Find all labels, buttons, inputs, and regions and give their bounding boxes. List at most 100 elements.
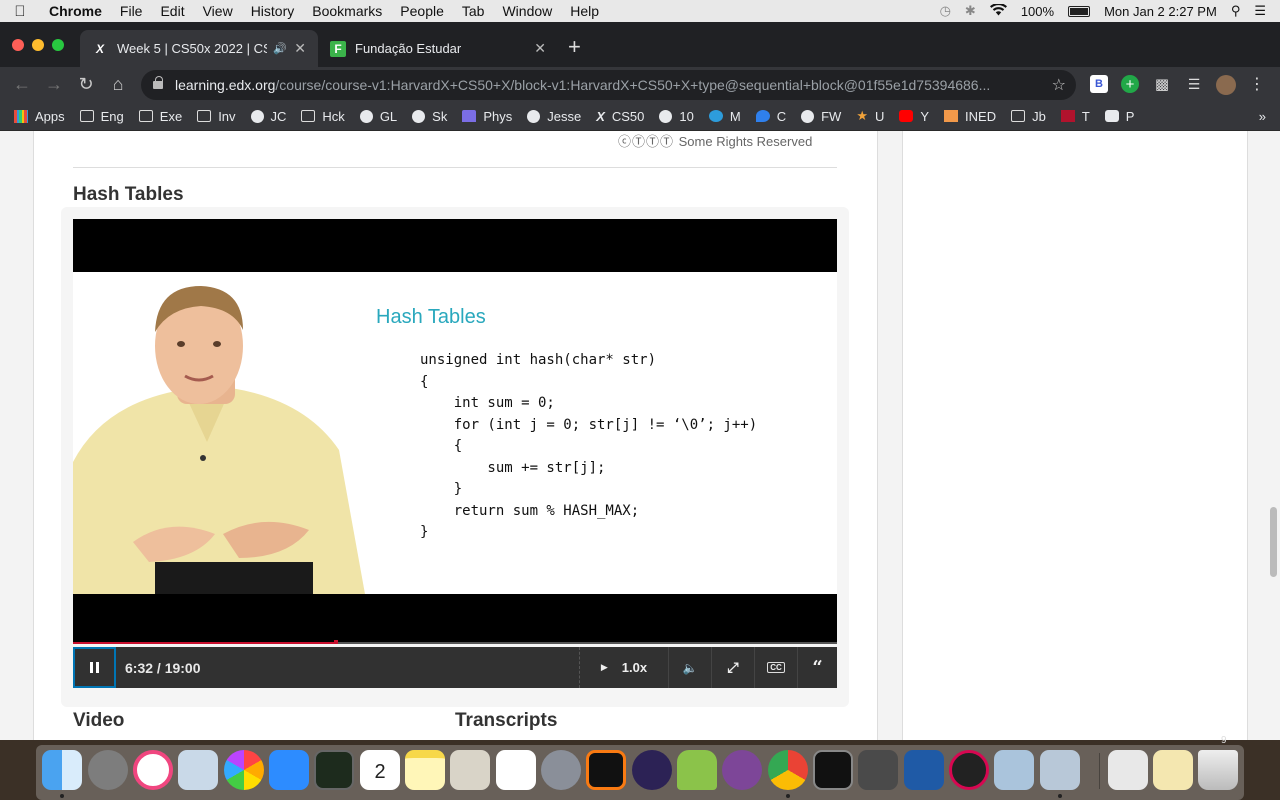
notes-icon[interactable] <box>405 750 445 790</box>
bookmark-hck[interactable]: Hck <box>301 109 345 124</box>
extension-b-icon[interactable]: B <box>1090 75 1108 93</box>
tab-close-icon[interactable]: ✕ <box>534 40 546 57</box>
extension-plus-icon[interactable]: + <box>1121 75 1139 93</box>
bookmark-fw[interactable]: FW <box>801 109 841 124</box>
bookmark-apps[interactable]: Apps <box>14 109 65 124</box>
time-machine-icon[interactable]: ◷ <box>940 3 951 19</box>
calendar-icon[interactable]: 2 <box>360 750 400 790</box>
chrome-menu-icon[interactable]: ⋮ <box>1248 75 1266 93</box>
battery-icon[interactable] <box>1068 5 1091 17</box>
bookmarks-overflow-chevron-icon[interactable]: » <box>1259 109 1266 124</box>
bookmark-cs50[interactable]: X CS50 <box>596 109 644 124</box>
intellij-icon[interactable] <box>586 750 626 790</box>
bookmark-ined[interactable]: INED <box>944 109 996 124</box>
bookmark-star-icon[interactable]: ☆ <box>1052 75 1066 95</box>
forward-arrow-icon[interactable]: → <box>38 74 70 95</box>
bluetooth-icon[interactable]: ✱ <box>965 3 976 19</box>
pause-button[interactable] <box>73 647 116 688</box>
fullscreen-button[interactable]: ⤢ <box>711 647 754 688</box>
back-arrow-icon[interactable]: ← <box>6 74 38 95</box>
bookmark-jc[interactable]: JC <box>250 109 286 124</box>
bookmark-inv[interactable]: Inv <box>197 109 236 124</box>
menu-help[interactable]: Help <box>561 3 608 19</box>
preview-icon[interactable] <box>178 750 218 790</box>
window-zoom-button[interactable] <box>52 39 64 51</box>
bookmark-eng[interactable]: Eng <box>79 109 124 124</box>
launchpad-icon[interactable] <box>541 750 581 790</box>
debian-icon[interactable] <box>949 750 989 790</box>
zoom-icon[interactable] <box>269 750 309 790</box>
image-capture-icon[interactable] <box>1040 750 1080 790</box>
bookmark-jb[interactable]: Jb <box>1011 109 1046 124</box>
tab-audio-icon[interactable]: 🔊 <box>273 42 287 55</box>
lock-icon[interactable] <box>153 76 163 89</box>
bookmark-u[interactable]: ★ U <box>856 108 884 124</box>
bookmark-p[interactable]: P <box>1104 109 1134 124</box>
reload-icon[interactable]: ↻ <box>70 74 102 95</box>
bookmark-c[interactable]: C <box>755 109 786 124</box>
menu-window[interactable]: Window <box>493 3 561 19</box>
tab-fundacao-estudar[interactable]: F Fundação Estudar ✕ <box>318 30 558 67</box>
closed-captions-button[interactable]: CC <box>754 647 797 688</box>
extensions-puzzle-icon[interactable]: ▩ <box>1153 75 1171 93</box>
video-progress-bar[interactable] <box>73 640 837 644</box>
downloads-stack-icon[interactable] <box>1108 750 1148 790</box>
bookmark-sk[interactable]: Sk <box>412 109 447 124</box>
home-icon[interactable]: ⌂ <box>102 74 134 95</box>
bookmark-y[interactable]: Y <box>899 109 929 124</box>
reminders-icon[interactable] <box>496 750 536 790</box>
bookmark-t[interactable]: T <box>1060 109 1090 124</box>
tab-close-icon[interactable]: ✕ <box>294 40 306 57</box>
menu-history[interactable]: History <box>242 3 304 19</box>
trash-icon[interactable] <box>1198 750 1238 790</box>
transcript-toggle-button[interactable]: “ <box>797 647 837 688</box>
calculator-icon[interactable] <box>450 750 490 790</box>
eclipse-icon[interactable] <box>632 750 672 790</box>
menu-app-name[interactable]: Chrome <box>40 3 111 19</box>
menu-people[interactable]: People <box>391 3 453 19</box>
bookmark-m[interactable]: M <box>708 109 741 124</box>
menu-tab[interactable]: Tab <box>453 3 494 19</box>
documents-stack-icon[interactable] <box>1153 750 1193 790</box>
android-studio-icon[interactable] <box>677 750 717 790</box>
new-tab-icon[interactable]: + <box>568 36 581 58</box>
tab-cs50[interactable]: X Week 5 | CS50x 2022 | CS 🔊 ✕ <box>80 30 318 67</box>
terminal-icon[interactable] <box>813 750 853 790</box>
parallels-icon[interactable] <box>994 750 1034 790</box>
chrome-icon[interactable] <box>768 750 808 790</box>
bookmark-phys[interactable]: Phys <box>462 109 512 124</box>
page-scrollbar[interactable] <box>1270 507 1277 577</box>
spotlight-search-icon[interactable]: ⚲ <box>1231 3 1241 19</box>
sublime-text-icon[interactable] <box>858 750 898 790</box>
menu-file[interactable]: File <box>111 3 152 19</box>
menu-clock[interactable]: Mon Jan 2 2:27 PM <box>1104 4 1217 19</box>
window-close-button[interactable] <box>12 39 24 51</box>
bookmark-exe[interactable]: Exe <box>138 109 182 124</box>
volume-button[interactable]: 🔈 <box>668 647 711 688</box>
virtualbox-icon[interactable] <box>904 750 944 790</box>
menu-bookmarks[interactable]: Bookmarks <box>303 3 391 19</box>
wifi-icon[interactable] <box>989 2 1007 19</box>
menu-edit[interactable]: Edit <box>151 3 193 19</box>
notification-center-icon[interactable]: ☰ <box>1254 3 1266 19</box>
system-preferences-icon[interactable] <box>88 750 128 790</box>
video-player[interactable]: Hash Tables unsigned int hash(char* str)… <box>73 219 837 644</box>
apple-menu-icon[interactable]:  <box>0 3 40 20</box>
itunes-icon[interactable] <box>133 750 173 790</box>
photos-icon[interactable] <box>224 750 264 790</box>
license-notice[interactable]: ⓒⓉⓉⓉ Some Rights Reserved <box>618 131 812 150</box>
media-control-icon[interactable]: ☰ <box>1185 75 1203 93</box>
progress-handle[interactable] <box>333 640 338 644</box>
bookmark-jesse[interactable]: Jesse <box>527 109 581 124</box>
playback-speed-button[interactable]: ▶ 1.0x <box>579 647 668 688</box>
window-minimize-button[interactable] <box>32 39 44 51</box>
tor-browser-icon[interactable] <box>722 750 762 790</box>
activity-monitor-icon[interactable] <box>314 750 354 790</box>
bookmark-10[interactable]: 10 <box>659 109 694 124</box>
bookmark-label: Sk <box>432 108 448 124</box>
address-bar[interactable]: learning.edx.org /course/course-v1:Harva… <box>141 70 1076 100</box>
bookmark-gl[interactable]: GL <box>359 109 397 124</box>
profile-avatar[interactable] <box>1216 75 1236 95</box>
finder-icon[interactable] <box>42 750 82 790</box>
menu-view[interactable]: View <box>194 3 242 19</box>
